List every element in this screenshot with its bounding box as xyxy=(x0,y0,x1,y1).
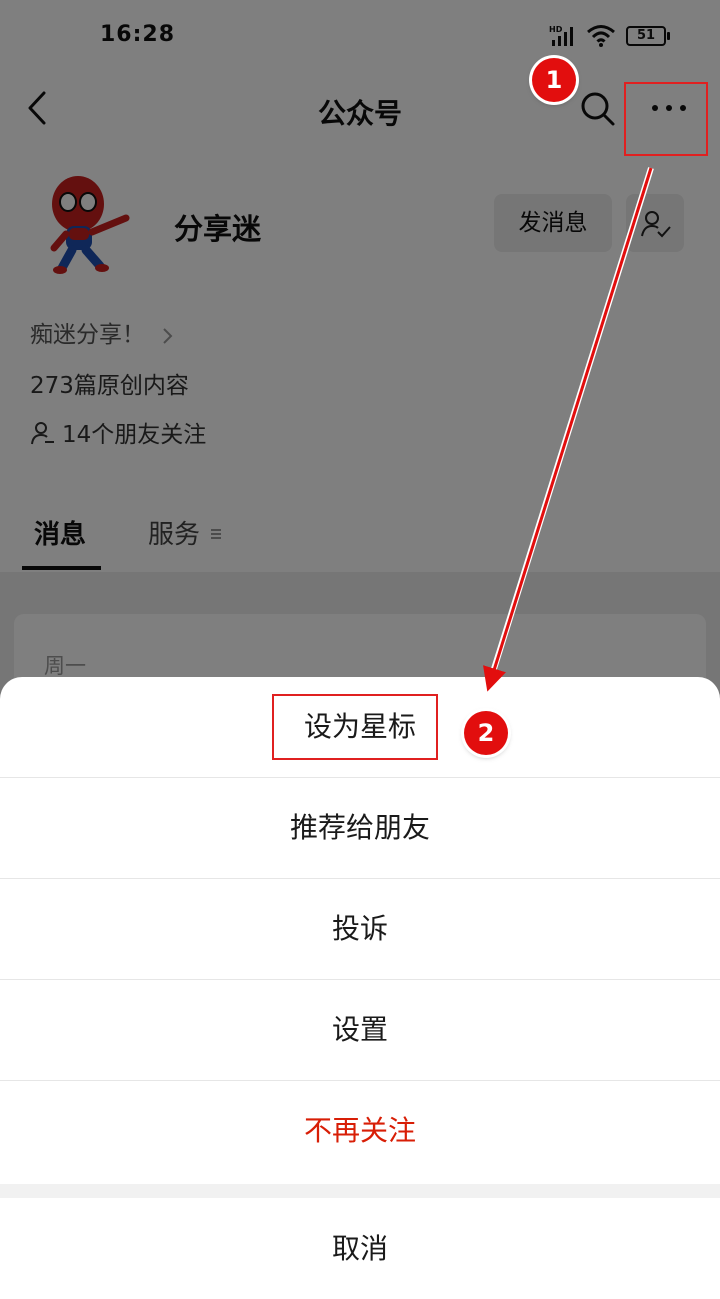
step-1-badge: 1 xyxy=(532,58,576,102)
step-2-badge: 2 xyxy=(464,711,508,755)
guide-arrow-icon xyxy=(483,167,654,692)
